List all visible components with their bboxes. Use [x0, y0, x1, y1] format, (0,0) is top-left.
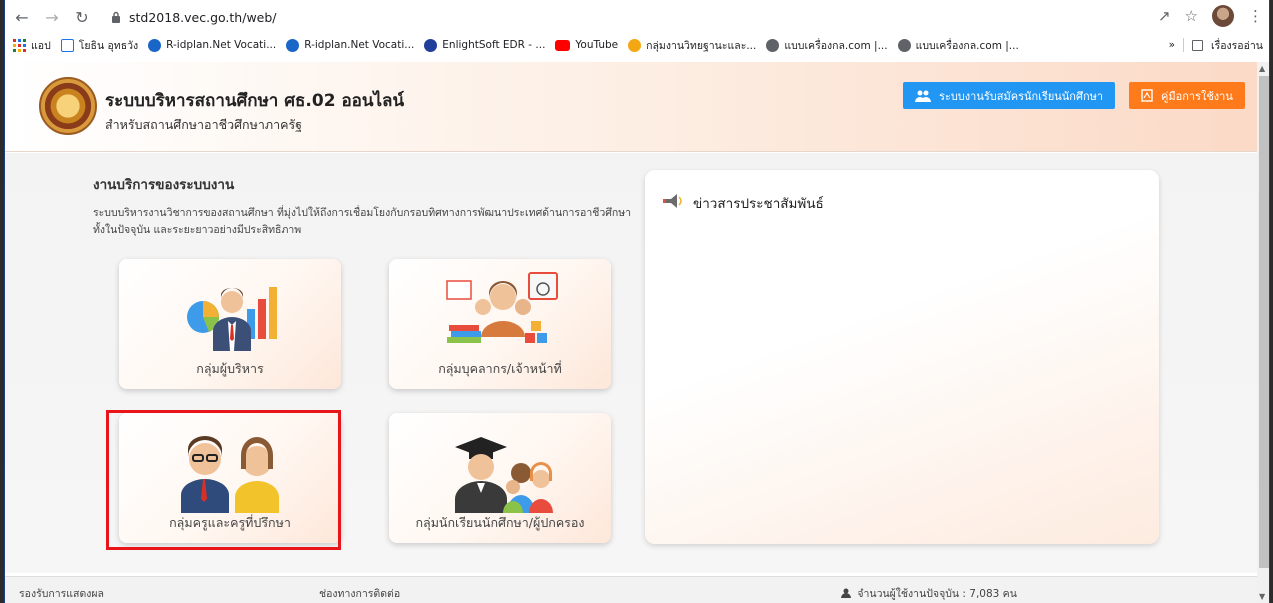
staff-icon: [446, 272, 558, 343]
site-header: ระบบบริหารสถานศึกษา ศธ.02 ออนไลน์ สำหรับ…: [5, 62, 1269, 152]
bookmarks-bar: แอป โยธิน อุทธวัง R-idplan.Net Vocati...…: [5, 34, 1269, 56]
edr-icon: [424, 38, 438, 52]
news-panel: ข่าวสารประชาสัมพันธ์: [645, 170, 1159, 544]
footer-contact[interactable]: ช่องทางการติดต่อ: [319, 585, 400, 602]
card-staff[interactable]: กลุ่มบุคลากร/เจ้าหน้าที่: [389, 259, 611, 389]
address-bar: ← → ↻ std2018.vec.go.th/web/ ↗ ☆ ⋮: [5, 0, 1269, 34]
bookmark-star-icon[interactable]: ☆: [1185, 7, 1198, 25]
circle-icon: [628, 38, 642, 52]
user-icon: [841, 588, 851, 598]
menu-kebab-icon[interactable]: ⋮: [1248, 7, 1263, 25]
main-content: งานบริการของระบบงาน ระบบบริหารงานวิชาการ…: [5, 153, 1257, 573]
reading-list-button[interactable]: เรื่องรออ่าน: [1211, 37, 1263, 54]
footer-user-count: จำนวนผู้ใช้งานปัจจุบัน : 7,083 คน: [841, 585, 1017, 602]
section-description: ระบบบริหารงานวิชาการของสถานศึกษา ที่มุ่ง…: [93, 207, 632, 236]
youtube-icon: [555, 39, 571, 51]
lock-icon: [112, 11, 120, 23]
back-icon[interactable]: ←: [9, 4, 35, 30]
student-registration-button[interactable]: ระบบงานรับสมัครนักเรียนนักศึกษา: [903, 82, 1116, 109]
bookmark-item[interactable]: R-idplan.Net Vocati...: [286, 38, 414, 52]
pdf-icon: [1141, 89, 1153, 102]
sheet-icon: [60, 38, 74, 52]
student-icon: [455, 437, 553, 513]
executive-icon: [187, 287, 277, 351]
users-icon: [915, 90, 931, 102]
divider: [1183, 38, 1184, 52]
bookmark-youtube[interactable]: YouTube: [555, 39, 618, 51]
card-label: กลุ่มบุคลากร/เจ้าหน้าที่: [438, 361, 562, 376]
bookmark-apps[interactable]: แอป: [13, 37, 51, 54]
user-manual-button[interactable]: คู่มือการใช้งาน: [1129, 82, 1245, 109]
forward-icon[interactable]: →: [39, 4, 65, 30]
card-student[interactable]: กลุ่มนักเรียนนักศึกษา/ผู้ปกครอง: [389, 413, 611, 543]
site-subtitle: สำหรับสถานศึกษาอาชีวศึกษาภาครัฐ: [105, 117, 303, 132]
bookmark-item[interactable]: EnlightSoft EDR - ...: [424, 38, 545, 52]
bookmark-item[interactable]: แบบเครื่องกล.com |...: [897, 37, 1019, 54]
url-field[interactable]: std2018.vec.go.th/web/: [101, 4, 1206, 30]
share-icon[interactable]: ↗: [1158, 7, 1171, 25]
globe-icon: [766, 38, 780, 52]
megaphone-icon: [663, 194, 682, 208]
card-label: กลุ่มนักเรียนนักศึกษา/ผู้ปกครอง: [415, 515, 585, 530]
reading-list-icon: [1192, 39, 1203, 51]
bookmark-item[interactable]: แบบเครื่องกล.com |...: [766, 37, 888, 54]
scrollbar-thumb[interactable]: [1259, 76, 1269, 568]
browser-window: ← → ↻ std2018.vec.go.th/web/ ↗ ☆ ⋮ แอป โ…: [4, 0, 1270, 603]
globe-icon: [897, 38, 911, 52]
section-title: งานบริการของระบบงาน: [93, 177, 235, 193]
footer: รองรับการแสดงผล ช่องทางการติดต่อ จำนวนผู…: [5, 576, 1257, 603]
bookmarks-overflow-button[interactable]: »: [1169, 39, 1175, 51]
profile-avatar[interactable]: [1212, 5, 1234, 27]
card-executive[interactable]: กลุ่มผู้บริหาร: [119, 259, 341, 389]
site-title: ระบบบริหารสถานศึกษา ศธ.02 ออนไลน์: [105, 91, 405, 111]
url-text: std2018.vec.go.th/web/: [129, 9, 277, 25]
bookmark-item[interactable]: โยธิน อุทธวัง: [60, 37, 138, 54]
r-idplan-icon: [286, 38, 300, 52]
page-scrollbar[interactable]: ▲ ▼: [1257, 62, 1269, 603]
footer-supported-display: รองรับการแสดงผล: [19, 588, 104, 600]
card-label: กลุ่มผู้บริหาร: [196, 361, 264, 376]
r-idplan-icon: [148, 38, 162, 52]
reload-icon[interactable]: ↻: [69, 4, 95, 30]
news-title: ข่าวสารประชาสัมพันธ์: [693, 196, 824, 212]
apps-icon: [13, 38, 26, 52]
ministry-seal-logo[interactable]: [39, 77, 97, 135]
bookmark-item[interactable]: R-idplan.Net Vocati...: [148, 38, 276, 52]
selection-highlight: [106, 410, 341, 550]
scroll-down-icon[interactable]: ▼: [1259, 592, 1265, 601]
bookmark-item[interactable]: กลุ่มงานวิทยฐานะและ...: [628, 37, 756, 54]
scroll-up-icon[interactable]: ▲: [1259, 64, 1265, 73]
